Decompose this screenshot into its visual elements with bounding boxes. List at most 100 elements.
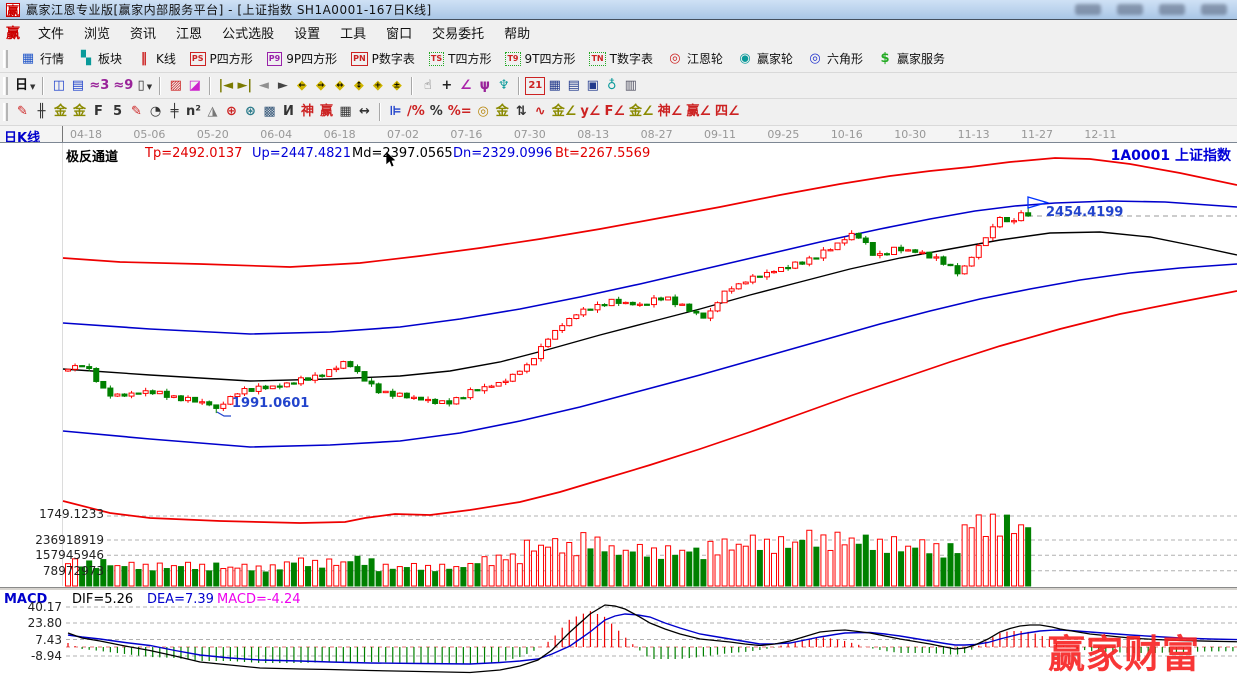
gann-fan-tool-icon[interactable]: ψ [475, 76, 494, 96]
fib-tool-icon[interactable]: F [89, 102, 108, 122]
gold-circle-icon[interactable]: ◎ [474, 102, 493, 122]
t-number-button[interactable]: TNT数字表 [582, 48, 660, 69]
toolbar-grip[interactable] [3, 50, 8, 68]
menu-item-文件[interactable]: 文件 [28, 20, 74, 45]
window-button-2[interactable] [1117, 4, 1143, 15]
9p-square-button[interactable]: P99P四方形 [260, 48, 344, 69]
grid-123-icon[interactable]: ▦ [336, 102, 355, 122]
sectors-icon: ▚ [78, 51, 94, 66]
diamond-right-icon[interactable]: ◆→ [311, 76, 330, 96]
next-page-icon[interactable]: ► [273, 76, 292, 96]
grid-target-icon[interactable]: ▩ [260, 102, 279, 122]
sectors-button[interactable]: ▚板块 [71, 48, 129, 69]
t-square-button[interactable]: TST四方形 [422, 48, 499, 69]
span-arrow-icon[interactable]: ↔ [355, 102, 374, 122]
k-count-icon[interactable]: И [279, 102, 298, 122]
si-angle-icon[interactable]: 四∠ [713, 102, 742, 122]
hexagon-button[interactable]: ◎六角形 [800, 48, 870, 69]
n-square-icon[interactable]: n² [184, 102, 203, 122]
angle-measure-icon[interactable]: ∠ [456, 76, 475, 96]
ying-tool-icon[interactable]: 赢 [317, 102, 336, 122]
percent-levels-icon[interactable]: %= [446, 102, 474, 122]
diamond-expand-icon[interactable]: ◆↔ [330, 76, 349, 96]
diamond-all-icon[interactable]: ◆± [387, 76, 406, 96]
percent-icon[interactable]: % [427, 102, 446, 122]
window-button-4[interactable] [1201, 4, 1227, 15]
shen-angle-icon[interactable]: 神∠ [656, 102, 685, 122]
gold-levels-icon[interactable]: 金 [493, 102, 512, 122]
diamond-right-glyph: → [317, 75, 324, 95]
angle-mirror-icon[interactable]: ◮ [203, 102, 222, 122]
web-target-icon[interactable]: ⊛ [241, 102, 260, 122]
menu-item-交易委托[interactable]: 交易委托 [422, 20, 494, 45]
spiral-tool-icon[interactable]: 5 [108, 102, 127, 122]
draw-pencil-icon[interactable]: ✎ [13, 102, 32, 122]
gold-ticks-2-icon[interactable]: 金 [70, 102, 89, 122]
prev-page-icon[interactable]: ◄ [254, 76, 273, 96]
p-square-button[interactable]: PSP四方形 [183, 48, 260, 69]
ruler-2-icon[interactable]: ╪ [165, 102, 184, 122]
ying-angle-icon[interactable]: 赢∠ [684, 102, 713, 122]
diamond-compress-icon[interactable]: ◆↕ [349, 76, 368, 96]
wave-25-icon[interactable]: ∿ [531, 102, 550, 122]
diamond-left-icon[interactable]: ◆← [292, 76, 311, 96]
tick-ruler-icon[interactable]: ╫ [32, 102, 51, 122]
wave-tool-icon[interactable]: ♆ [494, 76, 513, 96]
menu-item-江恩[interactable]: 江恩 [166, 20, 212, 45]
wave-3-icon[interactable]: ≈3 [87, 76, 111, 96]
draw-pencil-2-icon[interactable]: ✎ [127, 102, 146, 122]
report-icon[interactable]: ▤ [564, 76, 583, 96]
compass-target-icon[interactable]: ⊕ [222, 102, 241, 122]
p-number-button[interactable]: PNP数字表 [344, 48, 422, 69]
y-angle-icon[interactable]: y∠ [578, 102, 602, 122]
updown-arrow-icon[interactable]: ⇅ [512, 102, 531, 122]
menu-item-设置[interactable]: 设置 [284, 20, 330, 45]
menu-item-浏览[interactable]: 浏览 [74, 20, 120, 45]
gold-ticks-1-icon[interactable]: 金 [51, 102, 70, 122]
remote-pc-icon[interactable]: ▥ [621, 76, 640, 96]
wave-9-icon[interactable]: ≈9 [111, 76, 135, 96]
last-page-icon[interactable]: ►| [235, 76, 254, 96]
calendar-icon[interactable]: 21 [525, 77, 545, 95]
menu-item-工具[interactable]: 工具 [330, 20, 376, 45]
menu-item-公式选股[interactable]: 公式选股 [212, 20, 284, 45]
kline-label: K线 [156, 50, 176, 67]
gold-angle-2-icon[interactable]: 金∠ [627, 102, 656, 122]
date-tick-05-06: 05-06 [133, 128, 165, 141]
quotes-button[interactable]: ▦行情 [13, 48, 71, 69]
diamond-cross-icon[interactable]: ◆+ [368, 76, 387, 96]
toolbar-grip[interactable] [3, 77, 8, 95]
winner-wheel-button[interactable]: ◉赢家轮 [730, 48, 800, 69]
percent-slope-icon[interactable]: ∕% [405, 102, 427, 122]
window-button-1[interactable] [1075, 4, 1101, 15]
save-icon[interactable]: ▣ [583, 76, 602, 96]
title-bar[interactable]: 赢 赢家江恩专业版[赢家内部服务平台] - [上证指数 SH1A0001-167… [0, 0, 1237, 20]
menu-item-资讯[interactable]: 资讯 [120, 20, 166, 45]
gann-box-icon[interactable]: ▨ [166, 76, 185, 96]
kline-button[interactable]: ‖K线 [129, 48, 183, 69]
gold-angle-1-icon[interactable]: 金∠ [550, 102, 579, 122]
9t-square-button[interactable]: T99T四方形 [498, 48, 582, 69]
candle-style-icon[interactable]: ▯▼ [135, 76, 154, 96]
stats-bars-icon[interactable]: ⊫ [386, 102, 405, 122]
cycle-circle-icon[interactable]: ◔ [146, 102, 165, 122]
info-board-icon[interactable]: ▤ [68, 76, 87, 96]
period-day-icon[interactable]: 日▼ [13, 76, 37, 96]
menu-item-帮助[interactable]: 帮助 [494, 20, 540, 45]
shen-tool-icon[interactable]: 神 [298, 102, 317, 122]
first-page-icon[interactable]: |◄ [216, 76, 235, 96]
crosshair-tool-icon[interactable]: + [437, 76, 456, 96]
window-button-3[interactable] [1159, 4, 1185, 15]
app-window: 赢 赢家江恩专业版[赢家内部服务平台] - [上证指数 SH1A0001-167… [0, 0, 1237, 679]
zoom-restore-icon[interactable]: ◫ [49, 76, 68, 96]
menu-item-窗口[interactable]: 窗口 [376, 20, 422, 45]
web-link-icon[interactable]: ♁ [602, 76, 621, 96]
volume-profile-icon[interactable]: ◪ [185, 76, 204, 96]
winner-service-button[interactable]: $赢家服务 [870, 48, 952, 69]
toolbar-grip[interactable] [3, 103, 8, 121]
calculator-icon[interactable]: ▦ [545, 76, 564, 96]
hand-tool-icon[interactable]: ☝ [418, 76, 437, 96]
f-angle-icon[interactable]: F∠ [603, 102, 628, 122]
gann-wheel-button[interactable]: ◎江恩轮 [660, 48, 730, 69]
pane-separator[interactable] [0, 587, 1237, 591]
